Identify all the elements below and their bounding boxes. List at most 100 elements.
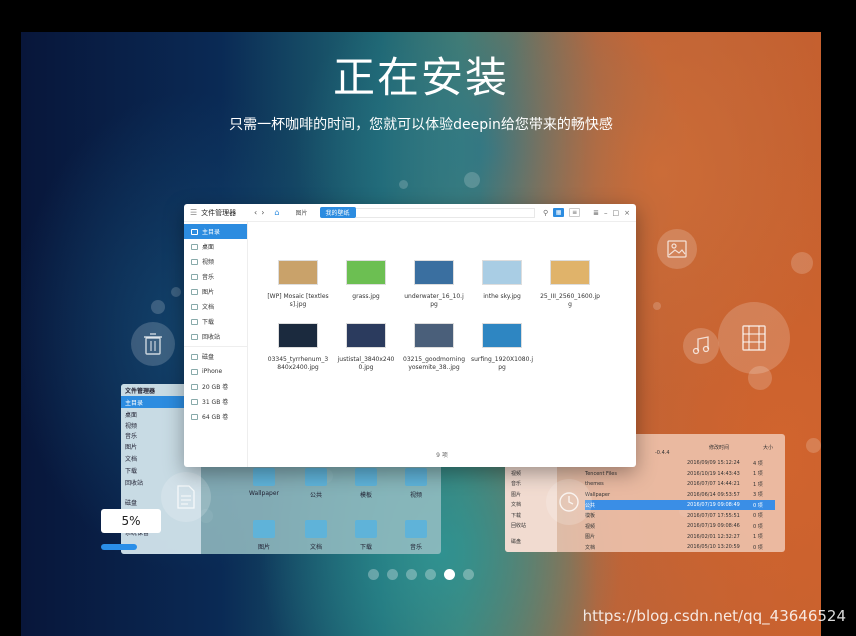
close-icon[interactable]: × xyxy=(624,209,630,217)
settings-icon[interactable]: ≣ xyxy=(593,209,599,217)
bg-right-item: 下载 xyxy=(511,513,522,519)
file-item[interactable]: surfing_1920X1080.jpg xyxy=(468,323,536,372)
pager-dot[interactable] xyxy=(463,569,474,580)
back-arrow-icon[interactable]: ‹ xyxy=(254,208,257,217)
file-item[interactable]: 25_III_2560_1600.jpg xyxy=(536,260,604,309)
file-item[interactable]: grass.jpg xyxy=(332,260,400,309)
file-name: 25_III_2560_1600.jpg xyxy=(540,293,600,308)
clock-icon xyxy=(546,479,592,525)
bg-right-cell-date: 2016/07/07 14:44:21 xyxy=(687,481,740,487)
bg-folder-label: 公共 xyxy=(309,492,322,499)
list-view-button[interactable]: ≡ xyxy=(569,208,581,217)
breadcrumb-bar[interactable] xyxy=(355,207,535,218)
pager-dot[interactable] xyxy=(425,569,436,580)
sidebar-item-label: 视频 xyxy=(202,259,215,266)
sidebar-item[interactable]: 音乐 xyxy=(184,269,247,284)
file-item[interactable]: 03215_goodmorningyosemite_38..jpg xyxy=(400,323,468,372)
sidebar-item[interactable]: 视频 xyxy=(184,254,247,269)
progress-percent: 5% xyxy=(101,509,161,533)
file-item[interactable]: underwater_16_10.jpg xyxy=(400,260,468,309)
breadcrumb-item[interactable]: 图片 xyxy=(289,207,313,218)
progress-bar-fill xyxy=(101,544,137,550)
folder-icon xyxy=(355,520,377,538)
sidebar-item-label: 64 GB 卷 xyxy=(202,414,229,421)
sidebar-item-label: iPhone xyxy=(202,368,223,375)
sidebar-item[interactable]: 回收站 xyxy=(184,329,247,344)
file-item[interactable]: 03345_tyrrhenum_3840x2400.jpg xyxy=(264,323,332,372)
sidebar-item-label: 下载 xyxy=(202,319,215,326)
bg-right-cell-size: 1 项 xyxy=(753,471,763,477)
breadcrumb-item-current[interactable]: 我的壁纸 xyxy=(319,207,356,218)
decor-bubble xyxy=(806,438,821,453)
minimize-icon[interactable]: – xyxy=(604,209,608,217)
installer-screen: 正在安装 只需一杯咖啡的时间，您就可以体验deepin给您带来的畅快感 文件管理 xyxy=(0,0,856,636)
sidebar-item-label: 桌面 xyxy=(202,244,215,251)
bg-right-item: 视频 xyxy=(511,471,522,477)
fm-app-title: 文件管理器 xyxy=(201,208,237,217)
bg-right-cell-date: 2016/07/07 17:55:51 xyxy=(687,512,740,519)
sidebar-item-label: 文档 xyxy=(202,304,215,311)
watermark: https://blog.csdn.net/qq_43646524 xyxy=(582,607,846,625)
forward-arrow-icon[interactable]: › xyxy=(261,208,264,217)
decor-bubble xyxy=(653,302,661,310)
sidebar-item[interactable]: 图片 xyxy=(184,284,247,299)
file-name: grass.jpg xyxy=(352,293,380,300)
bg-right-version: -0.4.4 xyxy=(655,450,670,456)
sidebar-item[interactable]: iPhone xyxy=(184,364,247,379)
sidebar-item[interactable]: 20 GB 卷 xyxy=(184,379,247,394)
sidebar-item-icon xyxy=(191,333,198,340)
file-name: 03215_goodmorningyosemite_38..jpg xyxy=(403,356,466,371)
sidebar-item-label: 主目录 xyxy=(202,229,221,236)
bg-right-cell-date: 2016/07/19 09:08:49 xyxy=(687,502,740,508)
installer-slide: 正在安装 只需一杯咖啡的时间，您就可以体验deepin给您带来的畅快感 文件管理 xyxy=(21,32,821,636)
bg-right-cell-name: 模板 xyxy=(585,513,596,519)
decor-bubble xyxy=(791,252,813,274)
sidebar-item-label: 音乐 xyxy=(202,274,215,281)
sidebar-item-label: 31 GB 卷 xyxy=(202,399,229,406)
fm-toolbar: ⚲ ▦ ≡ ≣ – □ × xyxy=(543,208,630,217)
file-thumbnail xyxy=(278,323,318,348)
bg-right-cell-name: 公共 xyxy=(585,502,596,509)
sidebar-item[interactable]: 64 GB 卷 xyxy=(184,409,247,424)
bg-right-cell-size: 1 项 xyxy=(753,481,763,488)
image-icon xyxy=(657,229,697,269)
bg-folder-label: Wallpaper xyxy=(248,490,279,497)
sidebar-item-icon xyxy=(191,368,198,375)
pager-dot[interactable] xyxy=(387,569,398,580)
trash-icon xyxy=(131,322,175,366)
file-item[interactable]: justistal_3840x2400.jpg xyxy=(332,323,400,372)
pager-dot[interactable] xyxy=(444,569,455,580)
sidebar-item-icon xyxy=(191,228,198,235)
fm-titlebar: ☰ 文件管理器 ‹ › ⌂ 图片 我的壁纸 ⚲ ▦ ≡ ≣ – □ × xyxy=(184,204,636,222)
menu-icon[interactable]: ☰ xyxy=(190,208,197,217)
bg-right-row: 视频 2016/07/19 09:08:46 0 项 xyxy=(585,521,775,531)
file-name: justistal_3840x2400.jpg xyxy=(337,356,395,371)
folder-icon xyxy=(405,468,427,486)
fm-sidebar: 主目录桌面视频音乐图片文档下载回收站磁盘 iPhone 20 GB 卷 31 GB 卷… xyxy=(184,222,248,467)
search-icon[interactable]: ⚲ xyxy=(543,209,548,217)
home-icon[interactable]: ⌂ xyxy=(274,208,279,217)
sidebar-item[interactable]: 下载 xyxy=(184,314,247,329)
sidebar-item[interactable]: 文档 xyxy=(184,299,247,314)
sidebar-item[interactable]: 31 GB 卷 xyxy=(184,394,247,409)
file-name: underwater_16_10.jpg xyxy=(404,293,464,308)
pager-dot[interactable] xyxy=(368,569,379,580)
file-item[interactable]: inthe sky.jpg xyxy=(468,260,536,309)
sidebar-item-icon xyxy=(191,353,198,360)
sidebar-item-icon xyxy=(191,413,198,420)
icon-view-button[interactable]: ▦ xyxy=(553,208,565,217)
maximize-icon[interactable]: □ xyxy=(613,209,620,217)
sidebar-item-label: 20 GB 卷 xyxy=(202,384,229,391)
sidebar-item[interactable]: 桌面 xyxy=(184,239,247,254)
file-thumbnail xyxy=(482,323,522,348)
bg-right-cell-name: 图片 xyxy=(585,534,596,540)
bg-right-item: 文档 xyxy=(511,502,522,508)
pager-dot[interactable] xyxy=(406,569,417,580)
file-name: 03345_tyrrhenum_3840x2400.jpg xyxy=(267,356,329,371)
bg-right-cell-name: 视频 xyxy=(585,523,596,530)
file-item[interactable]: [WP] Mosaic [textless].jpg xyxy=(264,260,332,309)
sidebar-item[interactable]: 磁盘 xyxy=(184,349,247,364)
sidebar-item-label: 图片 xyxy=(202,289,215,296)
sidebar-item[interactable]: 主目录 xyxy=(184,224,247,239)
bg-right-row: Tencent Files 2016/10/19 14:43:43 1 项 xyxy=(585,469,775,479)
